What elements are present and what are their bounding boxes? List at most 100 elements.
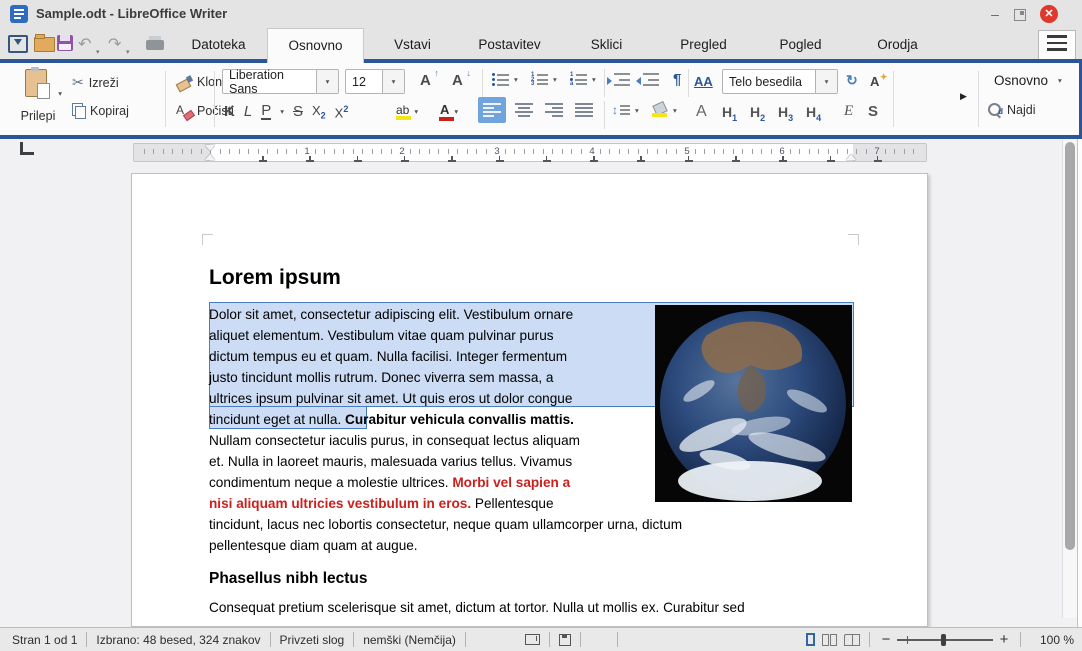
default-tabstop-marker [637, 156, 646, 163]
menu-hamburger-button[interactable] [1038, 30, 1076, 60]
new-style-button[interactable]: A ✦ [870, 72, 887, 89]
first-line-indent-marker[interactable] [205, 145, 215, 151]
underline-dropdown[interactable]: ▾ [280, 107, 284, 116]
document-heading-2[interactable]: Phasellus nibh lectus [209, 570, 368, 588]
restore-button[interactable] [1014, 9, 1026, 21]
font-name-dropdown[interactable]: ▾ [316, 70, 338, 93]
character-style-icon-button[interactable]: AA [694, 74, 713, 89]
document-page[interactable]: Lorem ipsum Dolor sit amet, consectetur … [131, 173, 928, 627]
find-button[interactable]: d Najdi [988, 103, 1036, 119]
heading2-style-button[interactable]: H2 [750, 104, 765, 123]
outline-list-dropdown[interactable]: ▾ [592, 75, 596, 84]
word-count-status[interactable]: Izbrano: 48 besed, 324 znakov [96, 633, 260, 647]
shrink-font-button[interactable]: A ↓ [452, 68, 471, 89]
numbered-list-dropdown[interactable]: ▾ [553, 75, 557, 84]
line-spacing-button[interactable]: ↕ ▾ [612, 103, 639, 117]
bold-button[interactable]: K [224, 103, 235, 120]
tab-postavitev[interactable]: Postavitev [461, 28, 558, 59]
tab-pogled[interactable]: Pogled [752, 28, 849, 59]
align-center-button[interactable] [510, 97, 538, 123]
insert-mode-icon[interactable] [525, 634, 540, 645]
italic-button[interactable]: L [244, 103, 252, 120]
bullet-list-dropdown[interactable]: ▾ [514, 75, 518, 84]
tab-datoteka[interactable]: Datoteka [170, 28, 267, 59]
save-icon[interactable] [57, 35, 73, 51]
zoom-out-button[interactable]: − [879, 631, 893, 648]
undo-icon[interactable]: ↶ ▾ [78, 34, 100, 56]
superscript-button[interactable]: X2 [335, 104, 349, 120]
tabstop-type-selector[interactable] [20, 142, 34, 155]
bullet-list-button[interactable]: ▾ [492, 73, 518, 86]
print-icon[interactable] [146, 36, 164, 50]
zoom-percent[interactable]: 100 % [1030, 633, 1074, 647]
strong-style-button[interactable]: S [868, 103, 878, 120]
tab-sklici[interactable]: Sklici [558, 28, 655, 59]
minimize-button[interactable]: – [985, 4, 1005, 24]
subscript-button[interactable]: X2 [312, 103, 326, 121]
heading1-style-button[interactable]: H1 [722, 104, 737, 123]
grow-font-button[interactable]: A ↑ [420, 68, 439, 89]
paste-dropdown-arrow[interactable]: ▾ [58, 89, 62, 98]
right-indent-marker[interactable] [846, 154, 856, 160]
underline-button[interactable]: P [261, 103, 272, 120]
default-character-style-button[interactable]: A [696, 103, 707, 121]
multi-page-view-icon[interactable] [822, 633, 837, 646]
align-right-button[interactable] [540, 97, 568, 123]
left-indent-marker[interactable] [205, 154, 215, 160]
emphasis-style-button[interactable]: E [844, 103, 853, 120]
font-color-dropdown[interactable]: ▾ [454, 107, 458, 116]
justify-icon [575, 103, 593, 117]
language-status[interactable]: nemški (Nemčija) [363, 633, 456, 647]
line-spacing-dropdown[interactable]: ▾ [635, 106, 639, 115]
font-name-combobox[interactable]: Liberation Sans ▾ [222, 68, 339, 96]
book-view-icon[interactable] [844, 633, 860, 646]
notebookbar-panel-select[interactable]: Osnovno ▾ [994, 73, 1062, 88]
tab-pregled[interactable]: Pregled [655, 28, 752, 59]
highlight-color-button[interactable]: ab ▾ [396, 103, 418, 120]
tab-osnovno[interactable]: Osnovno [267, 28, 364, 63]
copy-button[interactable]: Kopiraj [72, 103, 129, 119]
font-size-combobox[interactable]: 12 ▾ [345, 69, 405, 94]
align-left-button[interactable] [478, 97, 506, 123]
document-modified-icon[interactable] [559, 633, 571, 646]
zoom-slider-thumb[interactable] [941, 633, 946, 646]
font-size-dropdown[interactable]: ▾ [382, 70, 404, 93]
numbered-list-button[interactable]: 1 2 3 ▾ [531, 72, 557, 87]
redo-icon[interactable]: ↷ ▾ [108, 34, 130, 56]
update-style-button[interactable]: ↻ [846, 72, 858, 89]
paragraph-style-dropdown[interactable]: ▾ [815, 70, 837, 93]
font-color-button[interactable]: A ▾ [439, 102, 458, 121]
paragraph-background-dropdown[interactable]: ▾ [673, 106, 677, 115]
zoom-slider[interactable] [897, 633, 993, 646]
menubar-toggle-icon[interactable] [8, 35, 28, 53]
paste-button[interactable]: ▾ Prilepi [8, 67, 68, 125]
cut-button[interactable]: ✂ Izreži [72, 74, 119, 91]
heading4-style-button[interactable]: H4 [806, 104, 821, 123]
paragraph-background-button[interactable]: ▾ [652, 100, 677, 117]
increase-indent-button[interactable] [607, 73, 630, 86]
tab-orodja[interactable]: Orodja [849, 28, 946, 59]
open-file-icon[interactable] [34, 34, 55, 52]
tab-vstavi[interactable]: Vstavi [364, 28, 461, 59]
paragraph-style-combobox[interactable]: Telo besedila ▾ [722, 69, 838, 94]
page-style-status[interactable]: Privzeti slog [280, 633, 345, 647]
paragraph-2[interactable]: Consequat pretium scelerisque sit amet, … [209, 600, 745, 615]
justify-button[interactable] [570, 97, 598, 123]
highlight-color-dropdown[interactable]: ▾ [414, 107, 418, 116]
scrollbar-thumb[interactable] [1065, 142, 1075, 550]
decrease-indent-button[interactable] [636, 73, 659, 86]
close-button[interactable]: ✕ [1040, 5, 1058, 23]
strikethrough-button[interactable]: S [293, 103, 303, 120]
single-page-view-icon[interactable] [806, 633, 815, 646]
earth-photo-image[interactable] [655, 305, 852, 502]
horizontal-ruler[interactable]: 1234567 [133, 143, 927, 162]
zoom-in-button[interactable]: + [997, 631, 1011, 648]
panel-select-dropdown[interactable]: ▾ [1058, 76, 1062, 85]
formatting-marks-button[interactable]: ¶ [673, 71, 681, 88]
page-count-status[interactable]: Stran 1 od 1 [12, 633, 77, 647]
document-heading-1[interactable]: Lorem ipsum [209, 266, 341, 290]
heading3-style-button[interactable]: H3 [778, 104, 793, 123]
outline-list-button[interactable]: 1 a ▾ [570, 72, 596, 87]
vertical-scrollbar[interactable] [1062, 140, 1078, 618]
toolbar-overflow-arrow[interactable]: ▶ [960, 91, 967, 102]
